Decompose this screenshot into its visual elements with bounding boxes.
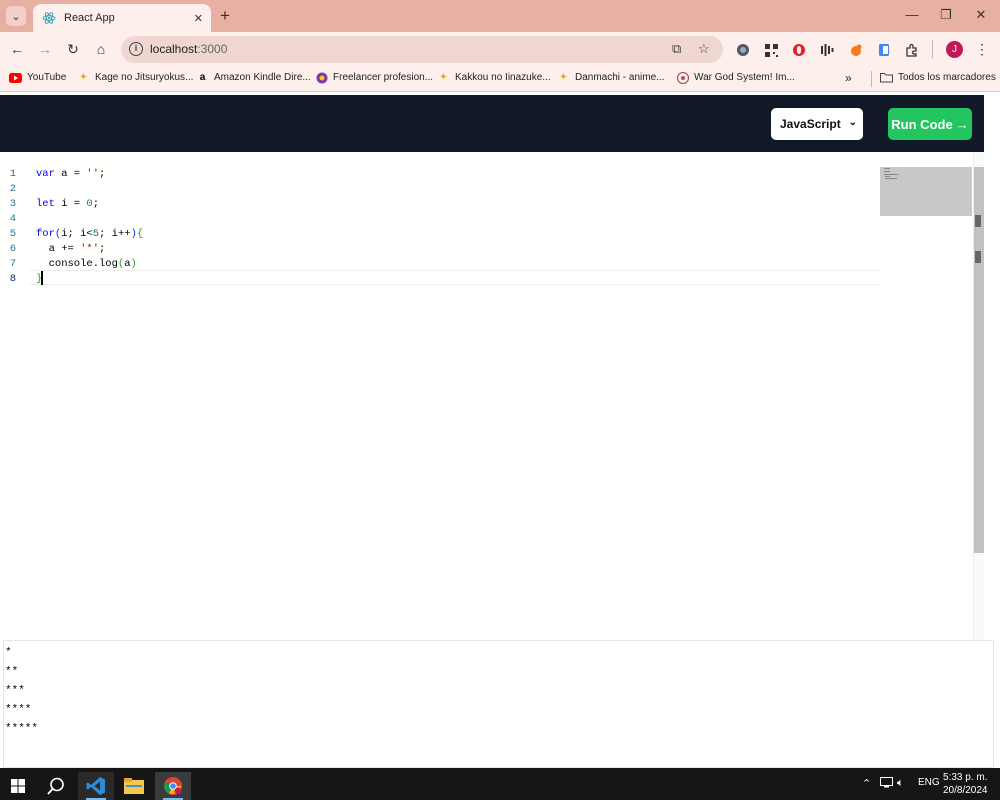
tab-title: React App [64, 12, 115, 24]
extension-globe-icon[interactable] [735, 42, 751, 58]
minimize-button[interactable]: — [902, 7, 922, 22]
more-bookmarks-chevron-icon[interactable]: » [845, 71, 852, 85]
extension-orange-icon[interactable] [848, 42, 864, 58]
address-bar[interactable]: i localhost:3000 ⧉ ☆ [121, 36, 723, 63]
code-line: 6 a += '*'; [9, 243, 106, 255]
bookmark-star-icon[interactable]: ☆ [698, 41, 710, 57]
extension-qr-icon[interactable] [763, 42, 779, 58]
extensions-puzzle-icon[interactable] [904, 42, 920, 58]
restore-button[interactable]: ❐ [936, 7, 956, 23]
bookmark-kage[interactable]: ✦ Kage no Jitsuryokus... [77, 71, 193, 84]
menu-icon[interactable]: ⋮ [973, 40, 991, 58]
youtube-icon [9, 71, 22, 84]
code-line: 1 var a = ''; [9, 168, 106, 180]
minimap-line [885, 176, 890, 177]
extension-opera-icon[interactable] [791, 42, 807, 58]
extension-audio-icon[interactable] [819, 42, 835, 58]
close-icon[interactable]: ✕ [194, 12, 203, 25]
scrollbar-marker [975, 251, 981, 263]
minimap-line [884, 174, 898, 175]
tab-search-button[interactable]: ⌄ [6, 6, 26, 26]
output-line: * [5, 647, 12, 659]
code-text: for(i; i<5; i++){ [36, 228, 144, 240]
close-window-button[interactable]: ✕ [971, 7, 991, 23]
chrome-icon[interactable] [155, 772, 191, 800]
install-app-icon[interactable]: ⧉ [672, 41, 681, 57]
search-icon[interactable] [38, 772, 74, 800]
app-header: JavaScript ⌄ Run Code → [0, 95, 984, 152]
language-indicator[interactable]: ENG [918, 777, 940, 788]
bookmark-amazon[interactable]: a Amazon Kindle Dire... [196, 71, 311, 84]
browser-tab[interactable]: React App ✕ [33, 4, 211, 32]
sparkle-icon: ✦ [79, 72, 88, 83]
bookmark-wargod[interactable]: War God System! Im... [676, 71, 795, 84]
bookmark-youtube[interactable]: YouTube [9, 71, 66, 84]
bookmark-danmachi[interactable]: ✦ Danmachi - anime... [557, 71, 664, 84]
sparkle-icon: ✦ [559, 72, 568, 83]
output-line: **** [5, 704, 32, 716]
page-margin [984, 95, 1000, 640]
bookmarks-bar: YouTube ✦ Kage no Jitsuryokus... a Amazo… [0, 66, 1000, 92]
network-icon[interactable] [880, 777, 893, 791]
chevron-down-icon: ⌄ [848, 117, 857, 128]
tray-chevron-up-icon[interactable]: ⌃ [862, 777, 871, 790]
novel-icon [676, 71, 689, 84]
code-line: 7 console.log(a) [9, 258, 137, 270]
sparkle-icon: ✦ [439, 72, 448, 83]
code-line: 5 for(i; i<5; i++){ [9, 228, 144, 240]
code-text: let i = 0; [36, 198, 100, 210]
code-line: 4 [9, 213, 16, 225]
amazon-icon: a [199, 72, 206, 83]
output-line: *** [5, 685, 25, 697]
output-line: ***** [5, 723, 39, 735]
output-line: ** [5, 666, 19, 678]
code-text: console.log(a) [36, 258, 137, 270]
freelancer-icon [315, 71, 328, 84]
browser-title-bar: ⌄ React App ✕ + — ❐ ✕ [0, 0, 1000, 32]
vscode-icon[interactable] [78, 772, 114, 800]
volume-icon[interactable]: 🔈︎ [897, 777, 904, 790]
arrow-right-icon: → [955, 116, 969, 132]
bookmark-freelancer[interactable]: Freelancer profesion... [315, 71, 433, 84]
output-panel: * ** *** **** ***** [3, 640, 994, 768]
extension-translate-icon[interactable] [876, 42, 892, 58]
react-icon [41, 10, 57, 26]
folder-icon [880, 71, 893, 84]
bookmarks-divider [871, 71, 872, 87]
reload-icon[interactable]: ↻ [64, 40, 82, 58]
new-tab-button[interactable]: + [220, 7, 230, 25]
minimap-line [884, 171, 890, 172]
profile-avatar[interactable]: J [946, 41, 963, 58]
url-text: localhost:3000 [150, 42, 228, 56]
system-clock[interactable]: 5:33 p. m. 20/8/2024 [943, 771, 988, 797]
home-icon[interactable]: ⌂ [92, 40, 110, 58]
toolbar-divider [932, 40, 933, 58]
code-line: 2 [9, 183, 16, 195]
run-code-button[interactable]: Run Code → [888, 108, 972, 140]
forward-arrow-icon[interactable]: → [36, 40, 54, 58]
language-select[interactable]: JavaScript ⌄ [771, 108, 863, 140]
code-text: var a = ''; [36, 168, 106, 180]
bookmark-kakkou[interactable]: ✦ Kakkou no Iinazuke... [437, 71, 550, 84]
code-text: a += '*'; [36, 243, 106, 255]
site-info-icon[interactable]: i [129, 42, 143, 56]
minimap-line [885, 178, 897, 179]
windows-start-icon[interactable] [0, 772, 36, 800]
file-explorer-icon[interactable] [116, 772, 152, 800]
code-line: 8 } [9, 273, 43, 285]
all-bookmarks[interactable]: Todos los marcadores [880, 71, 996, 84]
back-arrow-icon[interactable]: ← [8, 40, 26, 58]
minimap-line [884, 168, 890, 169]
code-line: 3 let i = 0; [9, 198, 100, 210]
scrollbar-marker [975, 215, 981, 227]
windows-taskbar: ⌃ 🔈︎ ENG 5:33 p. m. 20/8/2024 [0, 768, 1000, 800]
text-cursor [41, 271, 43, 285]
